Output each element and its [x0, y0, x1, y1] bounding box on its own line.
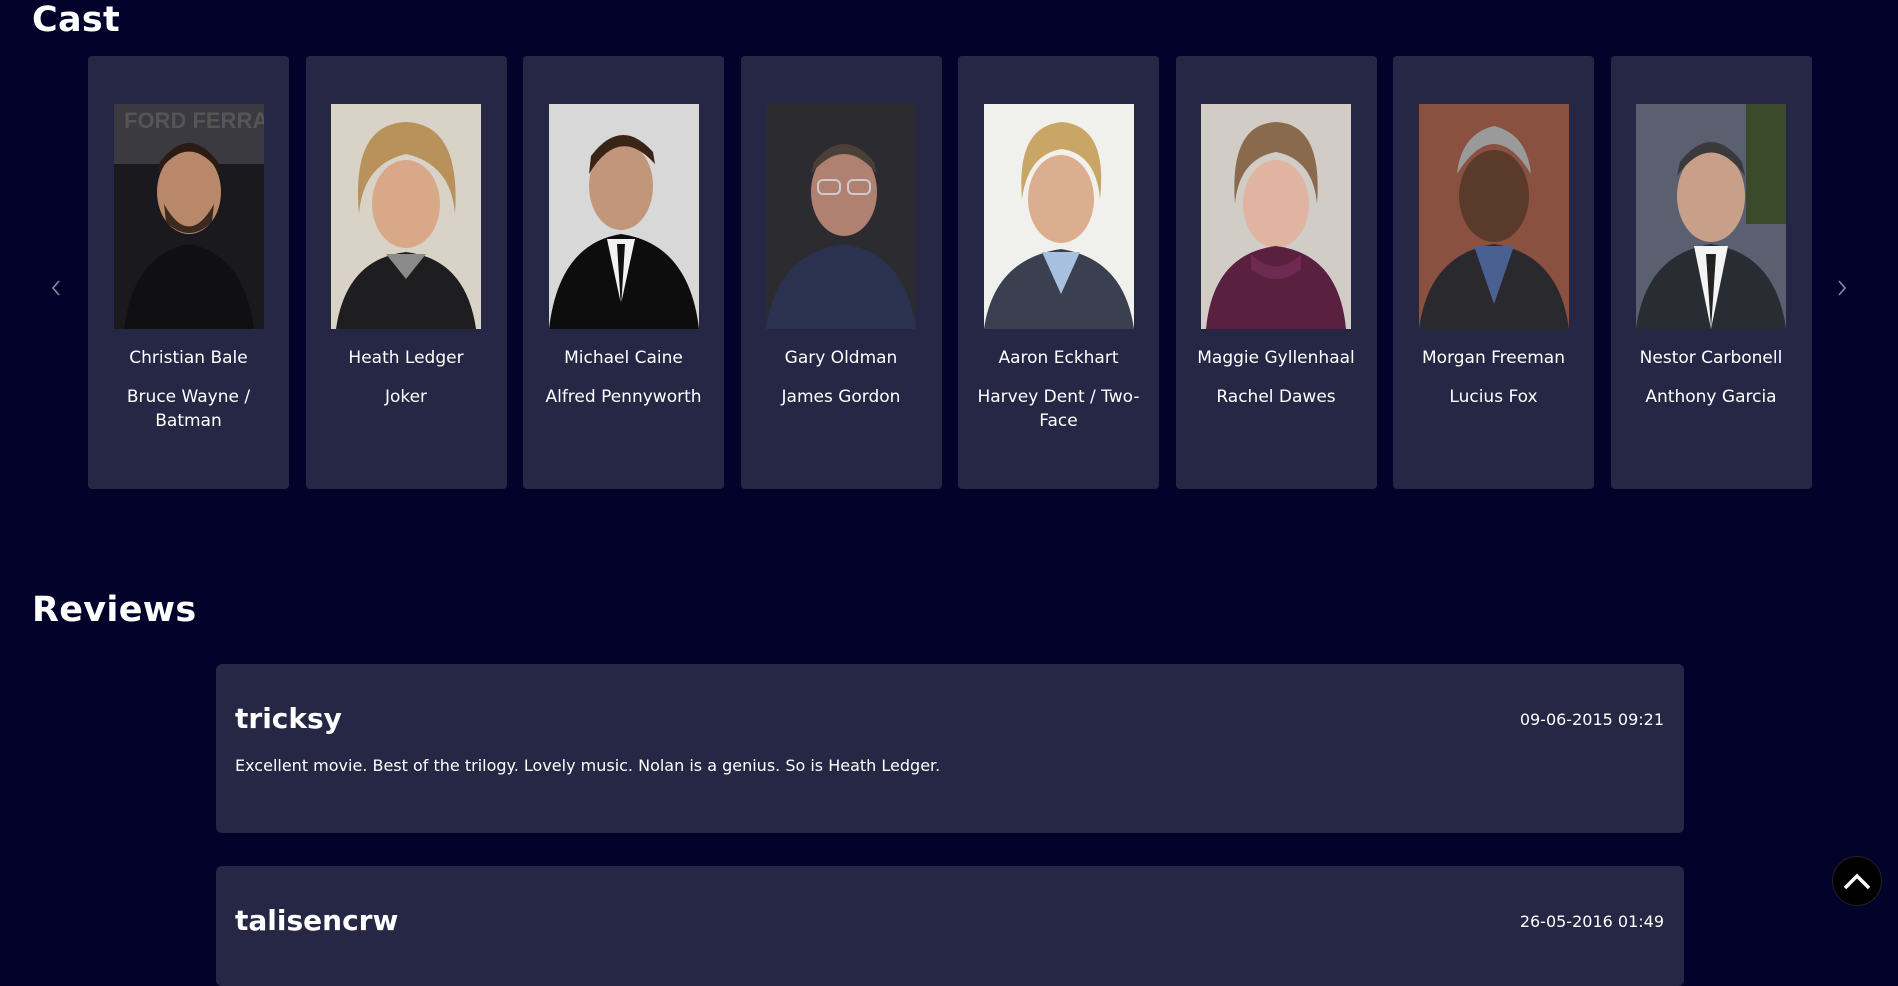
cast-card[interactable]: Maggie Gyllenhaal Rachel Dawes	[1175, 56, 1377, 489]
actor-name: Morgan Freeman	[1422, 348, 1565, 368]
actor-name: Heath Ledger	[348, 348, 464, 368]
cast-card[interactable]: Michael Caine Alfred Pennyworth	[523, 56, 724, 489]
cast-card[interactable]: Morgan Freeman Lucius Fox	[1393, 56, 1594, 489]
character-name: Alfred Pennyworth	[545, 387, 702, 407]
review-date: 09-06-2015 09:21	[1519, 710, 1664, 729]
review-text: Excellent movie. Best of the trilogy. Lo…	[235, 756, 941, 775]
actor-name: Gary Oldman	[784, 348, 898, 368]
cast-card[interactable]: Heath Ledger Joker	[305, 56, 507, 489]
actor-name: Christian Bale	[129, 348, 248, 368]
actor-photo	[766, 104, 916, 329]
review-author: talisencrw	[235, 904, 399, 937]
chevron-up-icon	[1843, 873, 1871, 890]
character-name: Anthony Garcia	[1645, 387, 1777, 407]
actor-photo	[331, 104, 481, 329]
character-name: Joker	[384, 387, 428, 407]
actor-photo	[1636, 104, 1786, 329]
review-date: 26-05-2016 01:49	[1519, 912, 1664, 931]
review-author: tricksy	[235, 702, 342, 735]
actor-photo	[548, 104, 699, 329]
carousel-prev-button[interactable]	[44, 276, 68, 300]
review-card: tricksy 09-06-2015 09:21 Excellent movie…	[216, 664, 1684, 833]
character-name: Rachel Dawes	[1216, 387, 1336, 407]
actor-name: Maggie Gyllenhaal	[1197, 348, 1355, 368]
actor-name: Michael Caine	[564, 348, 683, 368]
scroll-to-top-button[interactable]	[1832, 856, 1882, 906]
chevron-right-icon	[1838, 280, 1847, 296]
cast-heading: Cast	[32, 0, 121, 40]
carousel-next-button[interactable]	[1830, 276, 1854, 300]
character-name: James Gordon	[781, 387, 901, 407]
cast-card[interactable]: Aaron Eckhart Harvey Dent / Two-Face	[958, 56, 1159, 489]
cast-card[interactable]: Nestor Carbonell Anthony Garcia	[1610, 56, 1812, 489]
character-name: Bruce Wayne / Batman	[126, 387, 251, 431]
actor-photo	[1201, 104, 1351, 329]
actor-photo	[983, 104, 1134, 329]
actor-name: Aaron Eckhart	[998, 348, 1119, 368]
character-name: Lucius Fox	[1449, 387, 1538, 407]
actor-name: Nestor Carbonell	[1639, 348, 1783, 368]
review-card: talisencrw 26-05-2016 01:49	[216, 866, 1684, 986]
character-name: Harvey Dent / Two-Face	[977, 387, 1140, 431]
reviews-heading: Reviews	[32, 590, 197, 630]
chevron-left-icon	[51, 280, 60, 296]
actor-photo	[1418, 104, 1569, 329]
actor-photo: FORD FERRAR	[113, 104, 264, 329]
svg-text:FORD FERRAR: FORD FERRAR	[124, 108, 264, 133]
cast-carousel: FORD FERRAR Christian Bale Bruce Wayne /…	[88, 56, 1812, 489]
cast-card[interactable]: Gary Oldman James Gordon	[740, 56, 942, 489]
cast-card[interactable]: FORD FERRAR Christian Bale Bruce Wayne /…	[88, 56, 289, 489]
